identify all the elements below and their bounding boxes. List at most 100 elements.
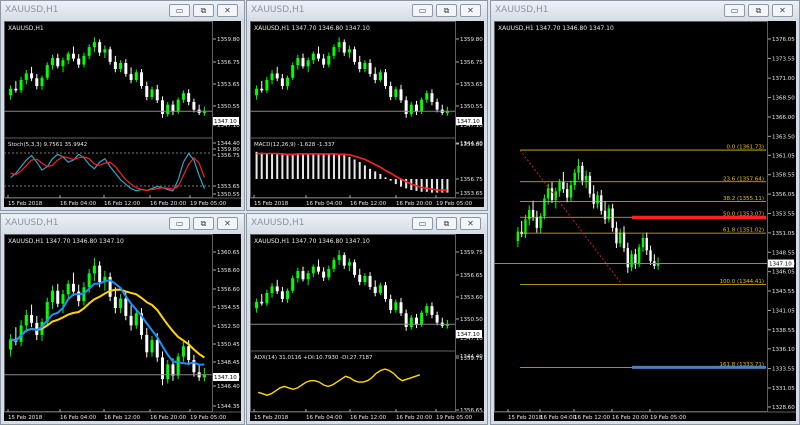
macd-histogram-bar xyxy=(302,153,304,179)
price-tick-label: 1343.55 xyxy=(772,289,795,295)
fibonacci-level-label: 23.6 (1357.64) xyxy=(723,176,764,182)
current-price-label: 1347.10 xyxy=(214,375,237,381)
restore-button[interactable]: ⧉ xyxy=(748,4,769,17)
candle-body xyxy=(260,301,264,304)
candle-body xyxy=(394,89,398,97)
candle-body xyxy=(30,315,34,323)
candle-body xyxy=(435,314,439,323)
window-titlebar[interactable]: XAUUSD,H1 ▭ ⧉ ✕ xyxy=(247,1,487,20)
candle-body xyxy=(166,364,170,380)
minimize-button[interactable]: ▭ xyxy=(169,217,190,230)
time-tick-label: 16 Feb 12:00 xyxy=(350,415,387,421)
restore-button[interactable]: ⧉ xyxy=(436,217,457,230)
candle-body xyxy=(275,286,279,292)
price-tick-label: 1366.00 xyxy=(772,115,795,121)
candle-body xyxy=(581,165,584,181)
candle-body xyxy=(51,290,55,302)
chart-canvas[interactable]: XAUUSD,H1 1359.80 1356.75 1353.65 1350.55 134… xyxy=(4,21,241,207)
minimize-button[interactable]: ▭ xyxy=(169,4,190,17)
candle-body xyxy=(87,273,91,288)
chart-window-stochastic[interactable]: XAUUSD,H1 ▭ ⧉ ✕ XAUUSD,H1 1359.80 1356.75 1… xyxy=(0,0,245,211)
candle-body xyxy=(373,73,377,80)
time-tick-label: 16 Feb 20:00 xyxy=(612,415,649,421)
restore-button[interactable]: ⧉ xyxy=(193,4,214,17)
chart-svg[interactable]: XAUUSD,H1 1347.70 1346.80 1347.10 0.0 (13… xyxy=(494,21,796,421)
candle-body xyxy=(129,73,133,80)
candle-body xyxy=(584,175,588,181)
restore-button[interactable]: ⧉ xyxy=(193,217,214,230)
chart-window-moving-averages[interactable]: XAUUSD,H1 ▭ ⧉ ✕ XAUUSD,H1 1347.70 1346.8… xyxy=(0,213,245,425)
chart-canvas[interactable]: XAUUSD,H1 1347.70 1346.80 1347.10 0.0 (13… xyxy=(494,21,796,421)
price-tick-label: 1358.55 xyxy=(772,173,795,179)
price-tick-label: 1331.05 xyxy=(772,386,795,392)
candle-body xyxy=(524,219,527,235)
candle-body xyxy=(270,73,274,80)
candle-body xyxy=(547,188,550,199)
chart-svg[interactable]: XAUUSD,H1 1347.70 1346.80 1347.10 1359.80… xyxy=(250,21,484,207)
restore-button[interactable]: ⧉ xyxy=(436,4,457,17)
close-button[interactable]: ✕ xyxy=(217,217,238,230)
chart-canvas[interactable]: XAUUSD,H1 1347.70 1346.80 1347.10 1359.75… xyxy=(250,234,484,421)
time-tick-label: 15 Feb 2018 xyxy=(254,415,289,421)
current-price-label: 1347.10 xyxy=(769,262,792,268)
chart-svg[interactable]: XAUUSD,H1 1359.80 1356.75 1353.65 1350.55 134… xyxy=(4,21,241,207)
price-tick-label: 1356.05 xyxy=(772,192,795,198)
plot-border xyxy=(250,234,456,412)
chart-canvas[interactable]: XAUUSD,H1 1347.70 1346.80 1347.10 1359.80… xyxy=(250,21,484,207)
macd-histogram-bar xyxy=(353,159,356,179)
chart-window-fibonacci[interactable]: XAUUSD,H1 ▭ ⧉ ✕ XAUUSD,H1 1347.70 1346.8… xyxy=(490,0,800,425)
chart-legend: XAUUSD,H1 1347.70 1346.80 1347.10 xyxy=(8,238,124,245)
minimize-button[interactable]: ▭ xyxy=(724,4,745,17)
price-tick-label: 1356.60 xyxy=(217,287,240,293)
candle-body xyxy=(619,232,622,244)
candle-body xyxy=(353,262,357,275)
macd-histogram-bar xyxy=(358,162,361,179)
candle-body xyxy=(430,306,434,315)
chart-legend: XAUUSD,H1 xyxy=(8,25,44,32)
window-titlebar[interactable]: XAUUSD,H1 ▭ ⧉ ✕ xyxy=(491,1,799,20)
macd-histogram-bar xyxy=(394,179,397,185)
macd-histogram-bar xyxy=(389,179,392,181)
price-tick-label: 1356.75 xyxy=(217,60,240,66)
time-tick-label: 15 Feb 2018 xyxy=(508,415,543,421)
candle-body xyxy=(150,340,154,353)
close-button[interactable]: ✕ xyxy=(772,4,793,17)
price-tick-label: 1333.55 xyxy=(772,367,795,373)
macd-histogram-bar xyxy=(384,177,387,179)
candle-body xyxy=(577,165,580,173)
close-button[interactable]: ✕ xyxy=(217,4,238,17)
chart-window-adx[interactable]: XAUUSD,H1 ▭ ⧉ ✕ XAUUSD,H1 1347.70 1346.8… xyxy=(246,213,488,425)
close-button[interactable]: ✕ xyxy=(460,4,481,17)
price-tick-label: 1358.60 xyxy=(217,268,240,274)
candle-body xyxy=(332,47,336,56)
chart-window-macd[interactable]: XAUUSD,H1 ▭ ⧉ ✕ XAUUSD,H1 1347.70 1346.8… xyxy=(246,0,488,211)
close-button[interactable]: ✕ xyxy=(460,217,481,230)
chart-svg[interactable]: XAUUSD,H1 1347.70 1346.80 1347.10 1359.75… xyxy=(250,234,484,421)
window-titlebar[interactable]: XAUUSD,H1 ▭ ⧉ ✕ xyxy=(1,1,244,20)
candle-body xyxy=(368,62,372,74)
candle-body xyxy=(103,49,107,53)
candle-body xyxy=(368,275,372,287)
window-titlebar[interactable]: XAUUSD,H1 ▭ ⧉ ✕ xyxy=(247,214,487,233)
candle-body xyxy=(265,292,269,304)
candle-body xyxy=(286,290,290,300)
macd-histogram-bar xyxy=(379,173,382,179)
candle-body xyxy=(425,93,429,100)
macd-signal-line xyxy=(256,152,448,191)
candle-body xyxy=(342,42,346,53)
current-price-label: 1347.10 xyxy=(457,332,480,338)
minimize-button[interactable]: ▭ xyxy=(412,4,433,17)
candle-body xyxy=(35,78,39,87)
candle-body xyxy=(588,175,592,194)
window-titlebar[interactable]: XAUUSD,H1 ▭ ⧉ ✕ xyxy=(1,214,244,233)
chart-canvas[interactable]: XAUUSD,H1 1347.70 1346.80 1347.10 1360.65… xyxy=(4,234,241,421)
candle-body xyxy=(291,278,295,291)
price-tick-label: 1348.45 xyxy=(217,360,240,366)
candle-body xyxy=(77,291,81,302)
macd-histogram-bar xyxy=(286,155,289,179)
price-tick-label: 1353.65 xyxy=(217,184,240,190)
candle-body xyxy=(51,58,55,66)
candle-body xyxy=(301,58,305,67)
chart-svg[interactable]: XAUUSD,H1 1347.70 1346.80 1347.10 1360.65… xyxy=(4,234,241,421)
minimize-button[interactable]: ▭ xyxy=(412,217,433,230)
